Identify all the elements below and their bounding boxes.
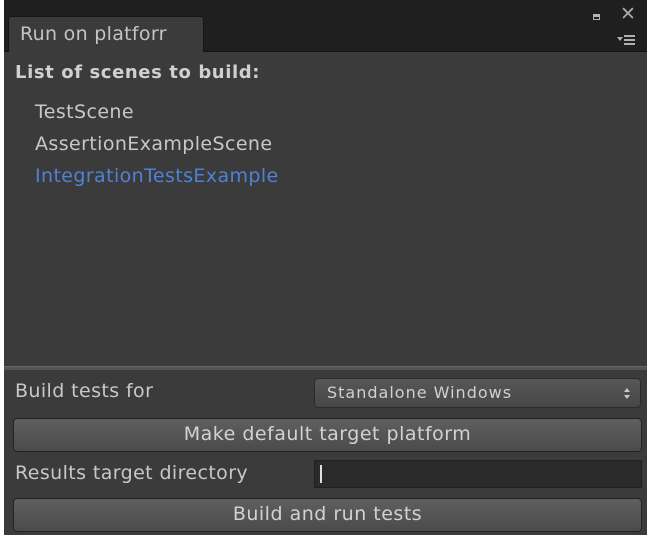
results-target-directory-input[interactable] (314, 460, 642, 488)
close-icon[interactable]: ✕ (620, 5, 636, 24)
scene-item-testscene[interactable]: TestScene (35, 96, 279, 128)
build-tests-for-label: Build tests for (15, 380, 154, 402)
tab-strip: Run on platforr ✕ (4, 0, 647, 52)
run-on-platform-window: Run on platforr ✕ List of scenes to buil… (4, 0, 647, 535)
scenes-list-title: List of scenes to build: (15, 62, 261, 83)
scene-list: TestScene AssertionExampleScene Integrat… (35, 96, 279, 192)
scene-item-integrationtestsexample[interactable]: IntegrationTestsExample (35, 160, 279, 192)
results-target-directory-label: Results target directory (15, 462, 249, 484)
platform-dropdown-value: Standalone Windows (327, 383, 513, 402)
window-content: List of scenes to build: TestScene Asser… (4, 52, 647, 535)
make-default-target-platform-button[interactable]: Make default target platform (13, 418, 642, 452)
build-and-run-tests-button[interactable]: Build and run tests (13, 498, 642, 532)
panel-splitter[interactable] (4, 366, 647, 370)
tab-run-on-platform[interactable]: Run on platforr (8, 16, 204, 52)
text-caret (320, 465, 322, 483)
maximize-icon[interactable] (593, 14, 600, 20)
scene-item-assertionexamplescene[interactable]: AssertionExampleScene (35, 128, 279, 160)
popup-arrows-icon (624, 388, 630, 400)
platform-dropdown[interactable]: Standalone Windows (314, 378, 641, 408)
context-menu-icon[interactable] (617, 32, 637, 46)
